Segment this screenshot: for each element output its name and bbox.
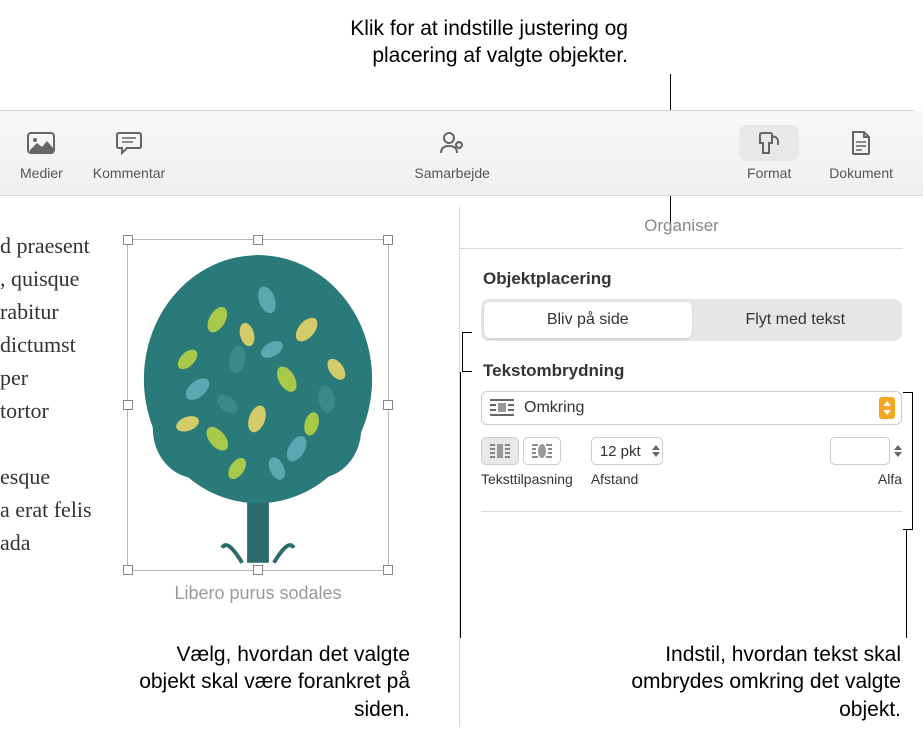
comment-icon: [115, 125, 143, 161]
toolbar-format[interactable]: Format: [739, 125, 799, 181]
stepper-down-icon[interactable]: [652, 452, 660, 457]
placement-segmented: Bliv på side Flyt med tekst: [481, 299, 902, 341]
toolbar-label: Kommentar: [93, 165, 165, 181]
selected-image[interactable]: [127, 239, 389, 571]
collaborate-icon: [438, 125, 466, 161]
tab-organiser[interactable]: Organiser: [460, 206, 903, 249]
toolbar-label: Format: [747, 165, 791, 181]
toolbar-label: Medier: [20, 165, 63, 181]
document-text: d praesent , quisque rabitur dictumst pe…: [0, 229, 92, 559]
control-label: Afstand: [591, 471, 663, 487]
image-caption[interactable]: Libero purus sodales: [127, 583, 389, 604]
callout-bottom-left: Vælg, hvordan det valgte objekt skal vær…: [120, 641, 410, 723]
alpha-group: Alfa: [830, 437, 902, 487]
app-window: Medier Kommentar Samarbejde Format: [0, 110, 923, 196]
stepper-up-icon[interactable]: [652, 445, 660, 450]
wrap-mode-select[interactable]: Omkring: [481, 391, 902, 425]
fit-rectangular-button[interactable]: [481, 437, 519, 465]
resize-handle[interactable]: [383, 400, 393, 410]
text-fit-group: Teksttilpasning: [481, 437, 573, 487]
toolbar-label: Samarbejde: [414, 165, 490, 181]
control-label: Alfa: [830, 471, 902, 487]
resize-handle[interactable]: [383, 235, 393, 245]
segment-stay-on-page[interactable]: Bliv på side: [484, 302, 692, 338]
format-icon: [739, 125, 799, 161]
dropdown-arrows-icon: [879, 397, 895, 419]
toolbar-kommentar[interactable]: Kommentar: [93, 125, 165, 181]
toolbar-dokument[interactable]: Dokument: [829, 125, 893, 181]
alpha-field[interactable]: [830, 437, 890, 465]
resize-handle[interactable]: [123, 565, 133, 575]
resize-handle[interactable]: [123, 400, 133, 410]
section-title-placement: Objektplacering: [475, 269, 908, 289]
spacing-value: 12 pkt: [600, 443, 648, 460]
document-icon: [850, 125, 872, 161]
callout-line-bl: [460, 372, 461, 638]
toolbar-medier[interactable]: Medier: [20, 125, 63, 181]
callout-line-br: [906, 530, 907, 638]
control-label: Teksttilpasning: [481, 471, 573, 487]
toolbar: Medier Kommentar Samarbejde Format: [0, 111, 923, 196]
segment-move-with-text[interactable]: Flyt med tekst: [692, 302, 900, 338]
fit-contour-button[interactable]: [523, 437, 561, 465]
stepper-down-icon[interactable]: [894, 452, 902, 457]
section-divider: [481, 511, 902, 512]
callout-bracket-left: [462, 332, 472, 372]
wrap-mode-label: Omkring: [524, 399, 879, 417]
toolbar-label: Dokument: [829, 165, 893, 181]
resize-handle[interactable]: [253, 565, 263, 575]
toolbar-samarbejde[interactable]: Samarbejde: [414, 125, 490, 181]
spacing-group: 12 pkt Afstand: [591, 437, 663, 487]
section-title-wrap: Tekstombrydning: [475, 361, 908, 381]
callout-top: Klik for at indstille justering og place…: [280, 15, 628, 70]
format-sidebar: Objektplacering Bliv på side Flyt med te…: [475, 251, 908, 512]
callout-bracket-right: [903, 392, 913, 530]
resize-handle[interactable]: [123, 235, 133, 245]
spacing-stepper[interactable]: 12 pkt: [591, 437, 663, 465]
resize-handle[interactable]: [253, 235, 263, 245]
stepper-up-icon[interactable]: [894, 445, 902, 450]
image-icon: [27, 125, 55, 161]
wrap-around-icon: [488, 397, 516, 419]
callout-bottom-right: Indstil, hvordan tekst skal ombrydes omk…: [611, 641, 901, 723]
resize-handle[interactable]: [383, 565, 393, 575]
